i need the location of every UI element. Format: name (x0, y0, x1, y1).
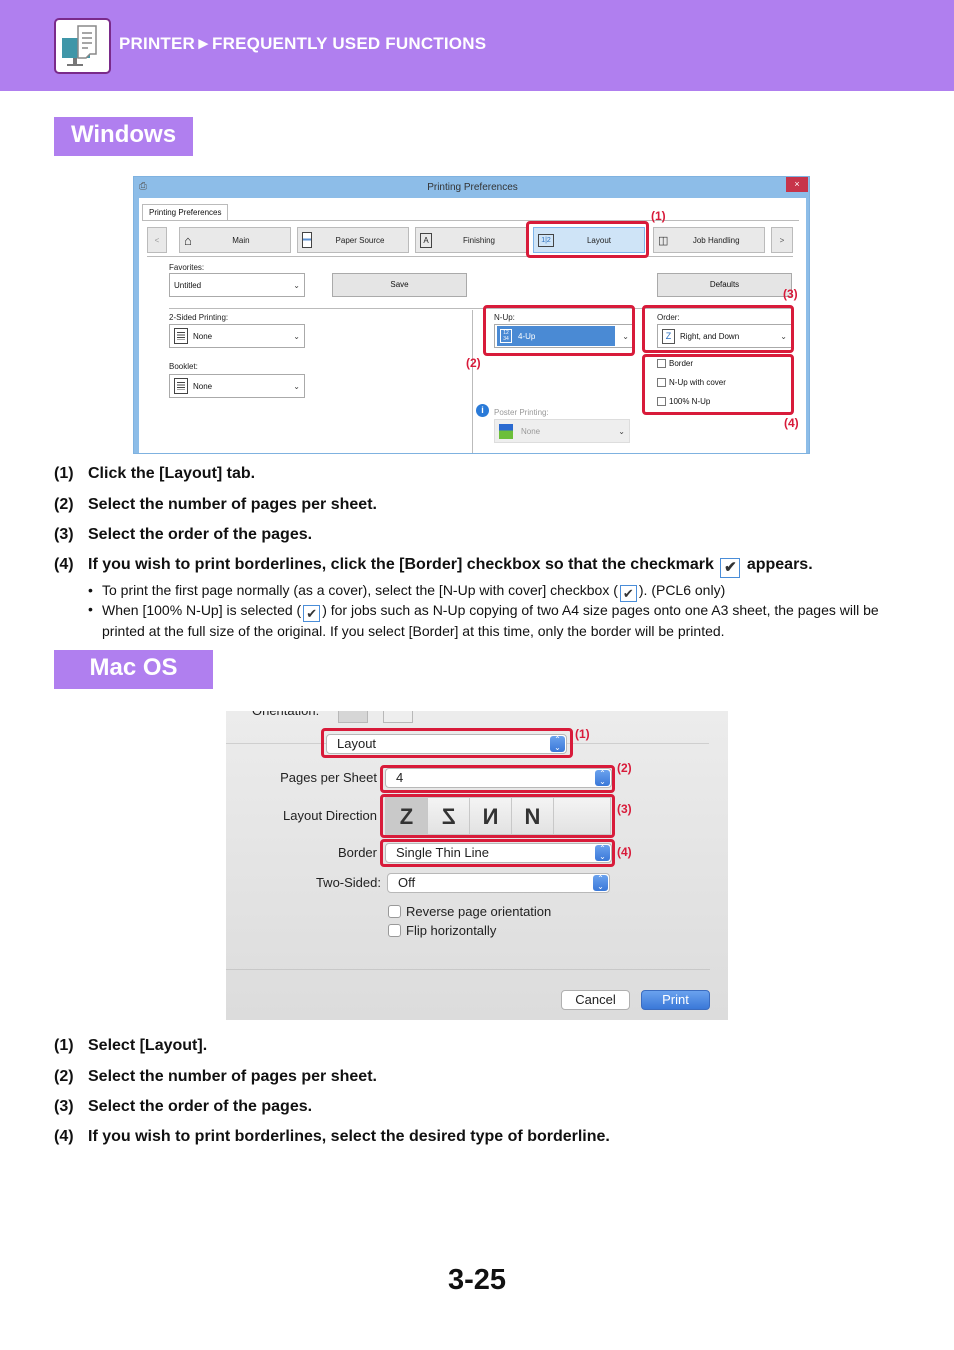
callout-label-1: (1) (651, 209, 666, 223)
tab-scroll-right-button[interactable]: > (771, 227, 793, 253)
layout-direction-label: Layout Direction (283, 808, 377, 823)
callout-label-3: (3) (783, 287, 798, 301)
mac-section-label: Mac OS (54, 650, 213, 689)
info-icon: i (476, 404, 489, 417)
mac-callout-box-2 (380, 765, 615, 793)
mac-callout-label-1: (1) (575, 727, 590, 741)
paper-tray-icon (302, 232, 312, 248)
divider (147, 256, 793, 257)
mac-callout-label-2: (2) (617, 761, 632, 775)
dialog-title: Printing Preferences (427, 182, 518, 193)
divider (226, 969, 710, 970)
poster-printing-select[interactable]: None ⌄ (494, 419, 630, 443)
windows-section-label: Windows (54, 117, 193, 156)
booklet-label: Booklet: (169, 362, 198, 371)
defaults-button[interactable]: Defaults (657, 273, 792, 297)
reverse-page-orientation-checkbox[interactable]: Reverse page orientation (388, 904, 551, 919)
divider (472, 310, 473, 453)
callout-label-2: (2) (466, 356, 481, 370)
tab-scroll-left-button[interactable]: < (147, 227, 167, 253)
tab-printing-preferences[interactable]: Printing Preferences (142, 204, 229, 221)
pages-per-sheet-label: Pages per Sheet (280, 770, 377, 785)
checkmark-icon: ✔ (720, 558, 741, 578)
orientation-label: Orientation: (252, 711, 319, 718)
callout-label-4: (4) (784, 416, 799, 430)
home-icon: ⌂ (184, 232, 192, 248)
finishing-icon: A (420, 232, 432, 248)
print-button[interactable]: Print (641, 990, 710, 1010)
landscape-orientation-button[interactable] (383, 711, 413, 723)
windows-step-4: (4) If you wish to print borderlines, cl… (54, 556, 813, 578)
two-sided-label: Two-Sided: (315, 875, 381, 890)
mac-step-1: (1) Select [Layout]. (54, 1037, 208, 1054)
flip-horizontally-checkbox[interactable]: Flip horizontally (388, 923, 496, 938)
tab-job-handling[interactable]: ◫ Job Handling (653, 227, 765, 253)
checkmark-icon: ✔ (619, 585, 637, 602)
checkmark-icon: ✔ (303, 605, 321, 622)
favorites-select[interactable]: Untitled ⌄ (169, 273, 305, 297)
chevron-down-icon: ⌄ (293, 381, 300, 391)
mac-step-4: (4) If you wish to print borderlines, sel… (54, 1128, 610, 1145)
callout-box-2 (483, 305, 635, 356)
job-handling-icon: ◫ (658, 234, 669, 247)
document-icon (174, 378, 188, 394)
mac-step-3: (3) Select the order of the pages. (54, 1098, 313, 1115)
header-title: PRINTER►FREQUENTLY USED FUNCTIONS (119, 34, 487, 53)
two-sided-printing-label: 2-Sided Printing: (169, 313, 229, 322)
chevron-down-icon: ⌄ (618, 426, 625, 436)
mac-callout-box-1 (321, 728, 573, 758)
windows-note-1: • To print the first page normally (as a… (88, 582, 726, 602)
callout-box-3 (642, 305, 794, 353)
windows-step-2: (2) Select the number of pages per sheet. (54, 496, 377, 513)
tab-paper-source[interactable]: Paper Source (297, 227, 409, 253)
favorites-label: Favorites: (169, 263, 205, 272)
chevron-down-icon: ⌄ (293, 280, 300, 290)
close-button[interactable]: × (786, 177, 808, 192)
chevron-down-icon: ⌄ (293, 331, 300, 341)
mac-callout-box-4 (380, 839, 615, 867)
windows-note-2: • When [100% N-Up] is selected (✔) for j… (88, 601, 879, 639)
tab-main[interactable]: ⌂ Main (179, 227, 291, 253)
callout-box-1 (526, 221, 649, 258)
poster-image-icon (499, 423, 513, 439)
printer-monitor-icon (54, 18, 111, 74)
mac-step-2: (2) Select the number of pages per sheet. (54, 1068, 377, 1085)
windows-step-3: (3) Select the order of the pages. (54, 526, 313, 543)
divider (142, 220, 799, 221)
page-number: 3-25 (447, 1264, 507, 1296)
document-icon (174, 328, 188, 344)
mac-callout-label-4: (4) (617, 845, 632, 859)
two-sided-select[interactable]: Off ⌃ ⌄ (387, 873, 610, 893)
mac-callout-label-3: (3) (617, 802, 632, 816)
portrait-orientation-button[interactable] (338, 711, 368, 723)
border-label: Border (337, 845, 377, 860)
tab-finishing[interactable]: A Finishing (415, 227, 527, 253)
two-sided-printing-select[interactable]: None ⌄ (169, 324, 305, 348)
cancel-button[interactable]: Cancel (561, 990, 630, 1010)
windows-step-1: (1) Click the [Layout] tab. (54, 465, 256, 482)
dialog-titlebar: ⎙ Printing Preferences × (134, 177, 809, 198)
poster-printing-label: Poster Printing: (494, 408, 549, 417)
stepper-icon: ⌃ ⌄ (593, 875, 608, 891)
mac-callout-box-3 (380, 794, 615, 838)
callout-box-4 (642, 354, 794, 415)
booklet-select[interactable]: None ⌄ (169, 374, 305, 398)
save-button[interactable]: Save (332, 273, 467, 297)
